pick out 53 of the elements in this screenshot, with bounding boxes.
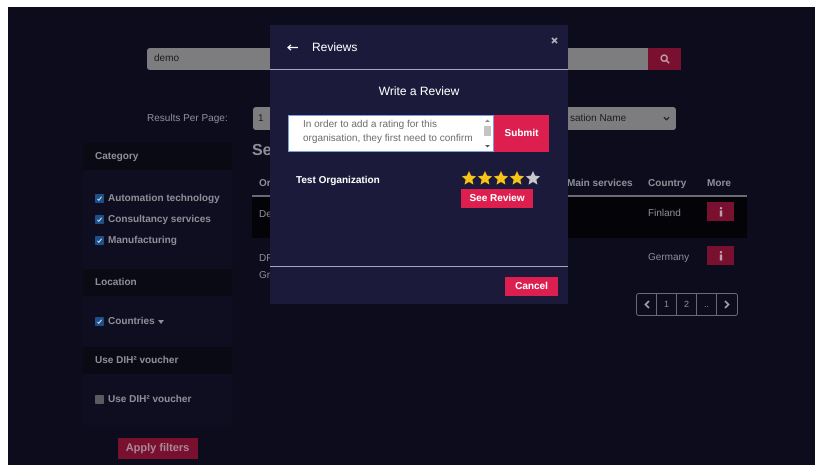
chevron-right-icon (724, 300, 730, 309)
page-button[interactable]: .. (697, 294, 717, 315)
checkbox[interactable] (95, 236, 104, 245)
section-header: Use DIH² voucher (83, 347, 232, 374)
search-icon (660, 54, 670, 64)
results-per-page-label: Results Per Page: (147, 112, 229, 126)
section-header: Category (83, 143, 232, 170)
filter-label: Use DIH² voucher (108, 393, 192, 407)
star-icon (477, 170, 493, 186)
checkbox[interactable] (95, 215, 104, 224)
table-cell-text: Finland (648, 207, 682, 221)
checkbox[interactable] (95, 317, 104, 326)
review-text-field[interactable]: In order to add a rating for this organisation, they first need to confirm (288, 115, 494, 152)
apply-filters-button[interactable]: Apply filters (118, 438, 198, 459)
star-icon (525, 170, 541, 186)
caret-icon (158, 320, 164, 324)
info-icon (718, 250, 722, 260)
results-heading: Se (252, 141, 272, 161)
table-cell-text: Gr (259, 269, 270, 283)
submit-button[interactable]: Submit (494, 115, 549, 152)
filter-label: Consultancy services (108, 213, 211, 227)
dialog-title: Reviews (312, 39, 358, 56)
table-cell-text: Germany (648, 251, 690, 265)
column-header: More (707, 176, 731, 190)
back-arrow-icon (287, 44, 298, 50)
filter-label: Automation technology (108, 192, 220, 206)
organization-name: Test Organization (296, 174, 380, 188)
cancel-button[interactable]: Cancel (505, 277, 558, 296)
page-button[interactable]: 2 (677, 294, 697, 315)
close-button[interactable] (550, 36, 558, 44)
column-header: Country (648, 176, 686, 190)
see-review-button[interactable]: See Review (461, 189, 533, 208)
back-button[interactable] (287, 42, 299, 52)
search-button[interactable] (648, 48, 681, 70)
checkbox[interactable] (95, 194, 104, 203)
page-button[interactable]: 1 (657, 294, 677, 315)
section-header: Location (83, 269, 232, 296)
chevron-down-icon (663, 116, 670, 121)
star-icon (461, 170, 477, 186)
scrollbar-drawing (483, 117, 492, 150)
info-button[interactable] (707, 246, 734, 265)
info-icon (718, 206, 722, 216)
checkbox[interactable] (95, 395, 104, 404)
chevron-left-icon (644, 300, 650, 309)
dialog-subtitle: Write a Review (378, 84, 460, 99)
column-header: Main services (567, 176, 633, 190)
close-icon (550, 36, 558, 44)
filter-dropdown[interactable]: Countries (108, 314, 164, 329)
star-icon (493, 170, 509, 186)
filter-label: Manufacturing (108, 234, 177, 248)
info-button[interactable] (707, 202, 734, 221)
column-header: Or (259, 176, 271, 190)
star-icon (509, 170, 525, 186)
